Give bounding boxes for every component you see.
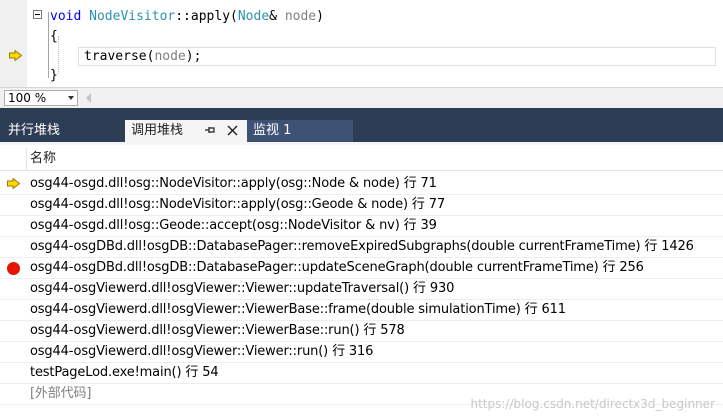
tool-window-tabs: 并行堆栈 调用堆栈 监视 1 xyxy=(0,120,723,142)
table-row[interactable]: osg44-osgViewerd.dll!osgViewer::ViewerBa… xyxy=(0,300,723,321)
row-label: [外部代码] xyxy=(30,386,92,401)
row-gutter[interactable] xyxy=(0,384,26,405)
pin-icon[interactable] xyxy=(204,124,216,136)
table-row[interactable]: osg44-osgd.dll!osg::NodeVisitor::apply(o… xyxy=(0,195,723,216)
code-line-open-brace: { xyxy=(50,29,58,44)
chevron-down-icon[interactable] xyxy=(68,96,74,100)
call-stack-rows: osg44-osgd.dll!osg::NodeVisitor::apply(o… xyxy=(0,174,723,405)
breakpoint-icon[interactable] xyxy=(7,262,20,275)
collapse-icon[interactable] xyxy=(33,10,42,19)
row-label: testPageLod.exe!main() 行 54 xyxy=(30,365,219,380)
header-gutter xyxy=(0,148,27,170)
fold-line xyxy=(48,12,49,78)
close-icon[interactable] xyxy=(227,125,238,136)
current-frame-arrow-icon xyxy=(7,178,20,189)
dock-band xyxy=(0,108,723,120)
row-gutter[interactable] xyxy=(0,174,26,195)
table-row[interactable]: osg44-osgd.dll!osg::NodeVisitor::apply(o… xyxy=(0,174,723,195)
tab-call-stack[interactable]: 调用堆栈 xyxy=(125,120,247,142)
call-stack-panel: 名称 osg44-osgd.dll!osg::NodeVisitor::appl… xyxy=(0,142,723,417)
type-name: Node xyxy=(237,9,270,24)
scroll-left-icon[interactable] xyxy=(86,93,91,103)
table-row[interactable]: osg44-osgViewerd.dll!osgViewer::Viewer::… xyxy=(0,342,723,363)
code-line-traverse: traverse(node); xyxy=(84,47,201,66)
row-gutter[interactable] xyxy=(0,195,26,216)
zoom-dropdown[interactable]: 100 % xyxy=(4,90,78,106)
parameter: node xyxy=(284,9,317,24)
row-label: osg44-osgViewerd.dll!osgViewer::ViewerBa… xyxy=(30,323,405,338)
code-text: ); xyxy=(185,49,202,64)
row-gutter[interactable] xyxy=(0,321,26,342)
tab-parallel-stacks[interactable]: 并行堆栈 xyxy=(2,120,66,142)
row-label: osg44-osgd.dll!osg::Geode::accept(osg::N… xyxy=(30,218,437,233)
table-row[interactable]: osg44-osgDBd.dll!osgDB::DatabasePager::u… xyxy=(0,258,723,279)
tab-call-stack-label: 调用堆栈 xyxy=(131,123,184,138)
parameter: node xyxy=(154,49,186,64)
table-row[interactable]: osg44-osgViewerd.dll!osgViewer::Viewer::… xyxy=(0,279,723,300)
code-editor[interactable]: void NodeVisitor::apply(Node& node) { tr… xyxy=(0,0,723,87)
editor-status-strip: 100 % xyxy=(0,87,723,108)
column-header-name[interactable]: 名称 xyxy=(30,148,56,170)
row-gutter[interactable] xyxy=(0,363,26,384)
zoom-value: 100 % xyxy=(8,91,47,105)
code-text: & xyxy=(269,9,285,24)
row-label: osg44-osgViewerd.dll!osgViewer::Viewer::… xyxy=(30,281,455,296)
row-label: osg44-osgViewerd.dll!osgViewer::ViewerBa… xyxy=(30,302,566,317)
row-label: osg44-osgd.dll!osg::NodeVisitor::apply(o… xyxy=(30,176,437,191)
row-label: osg44-osgDBd.dll!osgDB::DatabasePager::u… xyxy=(30,260,644,275)
watermark: https://blog.csdn.net/directx3d_beginner xyxy=(470,397,716,411)
class-name: NodeVisitor xyxy=(89,9,176,24)
tab-watch-1[interactable]: 监视 1 xyxy=(247,120,353,142)
keyword: void xyxy=(50,9,82,24)
table-row[interactable]: osg44-osgd.dll!osg::Geode::accept(osg::N… xyxy=(0,216,723,237)
row-label: osg44-osgViewerd.dll!osgViewer::Viewer::… xyxy=(30,344,374,359)
row-gutter[interactable] xyxy=(0,216,26,237)
code-line-signature: void NodeVisitor::apply(Node& node) xyxy=(50,7,324,26)
table-row[interactable]: testPageLod.exe!main() 行 54 xyxy=(0,363,723,384)
code-text: ::apply( xyxy=(175,9,238,24)
table-row[interactable]: osg44-osgViewerd.dll!osgViewer::ViewerBa… xyxy=(0,321,723,342)
row-gutter[interactable] xyxy=(0,342,26,363)
row-gutter[interactable] xyxy=(0,300,26,321)
code-text: ) xyxy=(316,9,324,24)
table-row[interactable]: osg44-osgDBd.dll!osgDB::DatabasePager::r… xyxy=(0,237,723,258)
list-header: 名称 xyxy=(0,148,723,171)
execution-arrow-icon xyxy=(9,50,22,61)
row-gutter[interactable] xyxy=(0,258,26,279)
row-gutter[interactable] xyxy=(0,279,26,300)
editor-gutter[interactable] xyxy=(0,0,27,87)
row-label: osg44-osgDBd.dll!osgDB::DatabasePager::r… xyxy=(30,239,694,254)
row-gutter[interactable] xyxy=(0,237,26,258)
indent-guide xyxy=(58,36,60,74)
row-label: osg44-osgd.dll!osg::NodeVisitor::apply(o… xyxy=(30,197,445,212)
function-call: traverse( xyxy=(84,49,155,64)
code-line-close-brace: } xyxy=(50,68,58,83)
